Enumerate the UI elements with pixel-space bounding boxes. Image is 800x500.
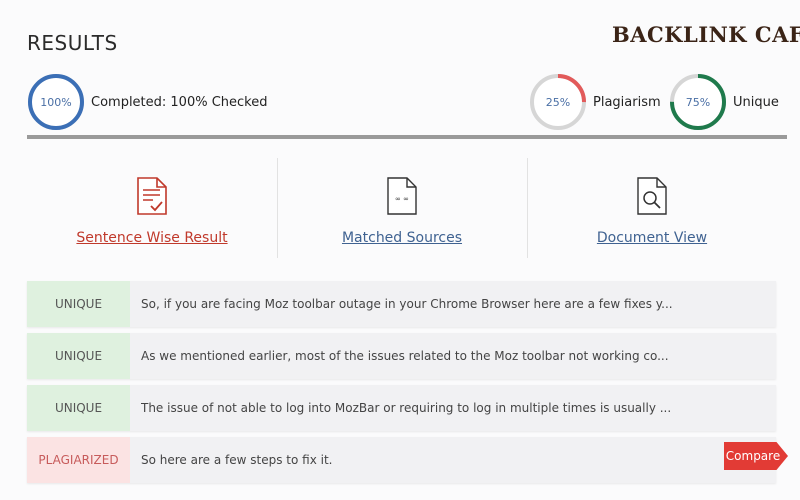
result-row[interactable]: UNIQUE So, if you are facing Moz toolbar… xyxy=(27,281,776,327)
result-row[interactable]: UNIQUE As we mentioned earlier, most of … xyxy=(27,333,776,379)
plagiarism-progress-ring: 25% xyxy=(529,73,587,131)
unique-progress-ring: 75% xyxy=(669,73,727,131)
document-check-icon xyxy=(137,177,167,215)
unique-label: Unique xyxy=(733,94,779,110)
page-title: RESULTS xyxy=(27,31,118,55)
tab-label-matched-sources: Matched Sources xyxy=(341,230,463,246)
result-sentence: The issue of not able to log into MozBar… xyxy=(141,401,672,415)
compare-button[interactable]: Compare xyxy=(724,442,788,470)
results-page: RESULTS BACKLINK CAFE 100% Completed: 10… xyxy=(0,0,800,500)
brand-name: BACKLINK CAFE xyxy=(612,21,800,47)
result-sentence: So, if you are facing Moz toolbar outage… xyxy=(141,297,673,311)
completed-value: 100% xyxy=(40,95,72,109)
unique-value: 75% xyxy=(685,95,711,109)
result-row[interactable]: PLAGIARIZED So here are a few steps to f… xyxy=(27,437,788,483)
document-search-icon xyxy=(637,177,667,215)
completed-stat: 100% Completed: 100% Checked xyxy=(27,73,268,131)
status-badge-plagiarized: PLAGIARIZED xyxy=(27,437,130,483)
status-badge-unique: UNIQUE xyxy=(27,281,130,327)
section-divider xyxy=(27,135,787,139)
tab-matched-sources[interactable]: ∞ ∞ Matched Sources xyxy=(277,160,527,260)
plagiarism-value: 25% xyxy=(545,95,571,109)
tab-label-document-view: Document View xyxy=(596,230,708,246)
completed-label: Completed: 100% Checked xyxy=(91,94,268,110)
tab-label-sentence-wise: Sentence Wise Result xyxy=(76,230,228,246)
status-badge-unique: UNIQUE xyxy=(27,385,130,431)
result-row[interactable]: UNIQUE The issue of not able to log into… xyxy=(27,385,776,431)
plagiarism-stat: 25% Plagiarism xyxy=(529,73,661,131)
result-sentence: As we mentioned earlier, most of the iss… xyxy=(141,349,669,363)
svg-text:∞ ∞: ∞ ∞ xyxy=(395,195,409,203)
document-link-icon: ∞ ∞ xyxy=(387,177,417,215)
brand-logo: BACKLINK CAFE xyxy=(610,7,800,61)
unique-stat: 75% Unique xyxy=(669,73,779,131)
tab-document-view[interactable]: Document View xyxy=(527,160,777,260)
tab-sentence-wise-result[interactable]: Sentence Wise Result xyxy=(27,160,277,260)
plagiarism-label: Plagiarism xyxy=(593,94,661,110)
completed-progress-ring: 100% xyxy=(27,73,85,131)
result-sentence: So here are a few steps to fix it. xyxy=(141,453,333,467)
status-badge-unique: UNIQUE xyxy=(27,333,130,379)
